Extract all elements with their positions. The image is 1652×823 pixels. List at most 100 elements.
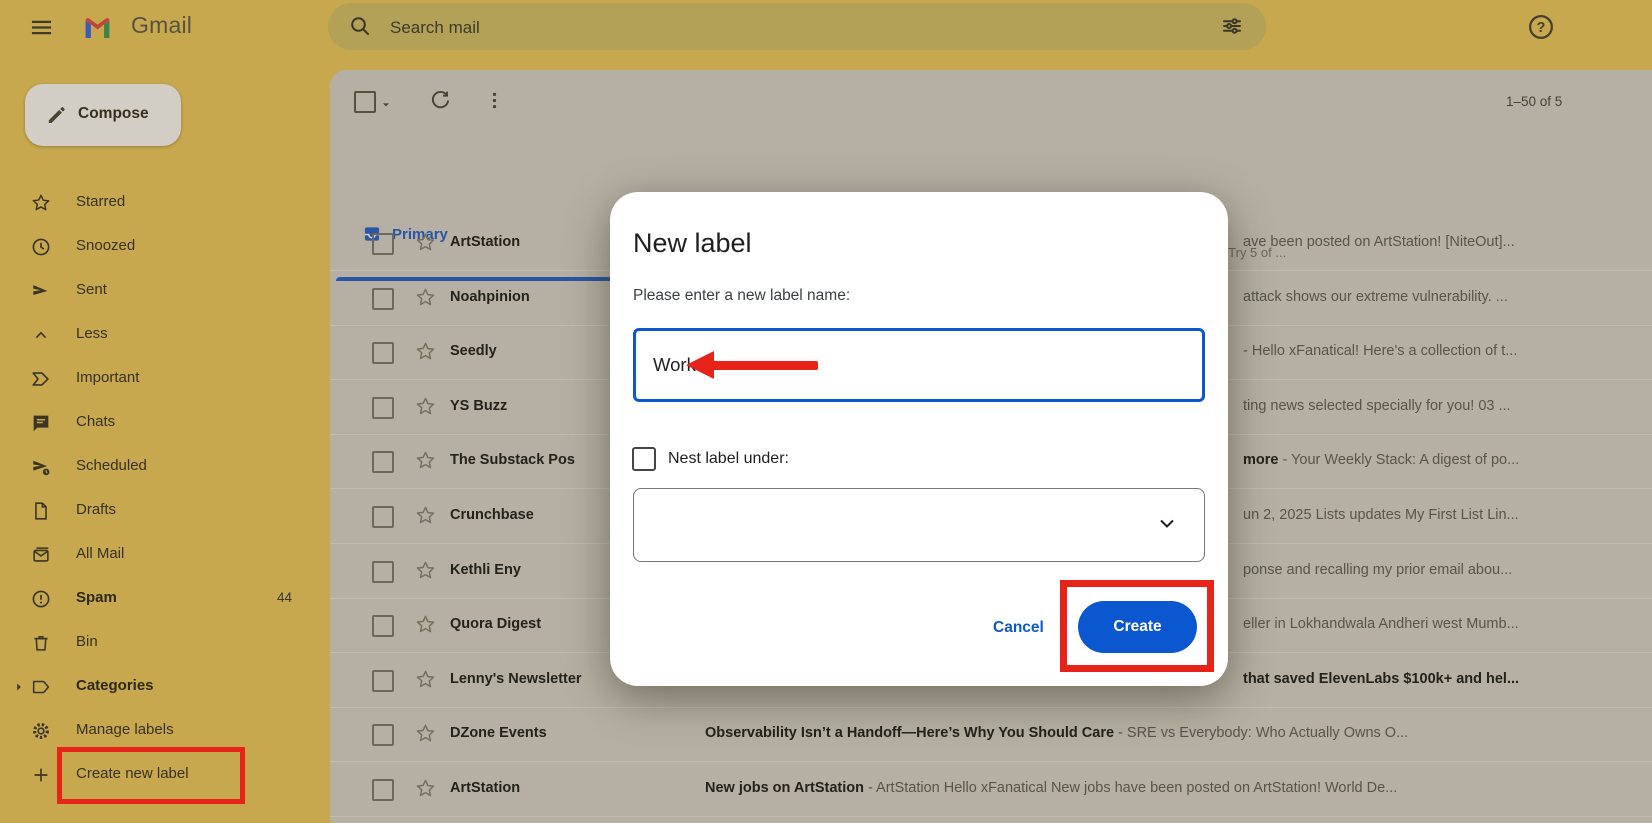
email-checkbox[interactable] — [372, 342, 394, 364]
email-sender: ArtStation — [450, 234, 520, 250]
email-checkbox[interactable] — [372, 233, 394, 255]
email-checkbox[interactable] — [372, 615, 394, 637]
plus-icon — [30, 764, 52, 786]
sidebar-item-less[interactable]: Less — [0, 314, 330, 356]
search-input[interactable] — [388, 3, 1172, 52]
sidebar-item-drafts[interactable]: Drafts — [0, 490, 330, 532]
all-mail-icon — [30, 544, 52, 566]
nest-label-text: Nest label under: — [668, 450, 789, 468]
compose-button[interactable]: Compose — [25, 84, 181, 146]
email-snippet: - Hello xFanatical! Here's a collection … — [1243, 343, 1517, 359]
sidebar-item-spam[interactable]: Spam 44 — [0, 578, 330, 620]
star-icon[interactable] — [414, 777, 437, 800]
refresh-icon[interactable] — [429, 89, 452, 112]
parent-label-dropdown[interactable] — [633, 488, 1205, 562]
email-sender: Noahpinion — [450, 289, 530, 305]
spam-count: 44 — [277, 590, 292, 605]
spam-icon — [30, 588, 52, 610]
sidebar-item-manage-labels[interactable]: Manage labels — [0, 710, 330, 752]
gmail-wordmark: Gmail — [131, 12, 192, 39]
gmail-app: Gmail ? Compose Starred Snoozed — [0, 0, 1652, 823]
select-all-checkbox[interactable] — [354, 91, 376, 113]
email-sender: Kethli Eny — [450, 562, 521, 578]
sidebar-item-bin[interactable]: Bin — [0, 622, 330, 664]
select-dropdown-caret-icon[interactable] — [378, 97, 394, 109]
email-checkbox[interactable] — [372, 670, 394, 692]
scheduled-send-icon — [30, 456, 52, 478]
email-row[interactable]: DZone Events Observability Isn’t a Hando… — [330, 707, 1652, 762]
star-icon[interactable] — [414, 668, 437, 691]
cancel-button[interactable]: Cancel — [993, 619, 1044, 637]
star-icon[interactable] — [414, 613, 437, 636]
star-icon[interactable] — [414, 340, 437, 363]
email-snippet: ponse and recalling my prior email abou.… — [1243, 562, 1512, 578]
hamburger-menu-icon[interactable] — [28, 14, 55, 41]
email-sender: Quora Digest — [450, 616, 541, 632]
email-sender: Lenny's Newsletter — [450, 671, 582, 687]
email-checkbox[interactable] — [372, 506, 394, 528]
gmail-logo-icon — [80, 10, 115, 45]
label-name-input[interactable] — [633, 328, 1205, 402]
gear-icon — [30, 720, 52, 742]
chevron-up-icon — [30, 324, 52, 346]
new-label-dialog: New label Please enter a new label name:… — [610, 192, 1228, 686]
create-button[interactable]: Create — [1078, 601, 1197, 653]
sidebar-item-create-new-label[interactable]: Create new label — [0, 754, 330, 796]
sidebar-item-all-mail[interactable]: All Mail — [0, 534, 330, 576]
sidebar-item-chats[interactable]: Chats — [0, 402, 330, 444]
sidebar-item-snoozed[interactable]: Snoozed — [0, 226, 330, 268]
star-icon[interactable] — [414, 395, 437, 418]
email-sender: DZone Events — [450, 725, 547, 741]
star-icon[interactable] — [414, 449, 437, 472]
help-icon[interactable]: ? — [1527, 13, 1555, 41]
email-checkbox[interactable] — [372, 724, 394, 746]
email-checkbox[interactable] — [372, 288, 394, 310]
clock-icon — [30, 236, 52, 258]
tab-primary[interactable]: Primary — [330, 136, 620, 215]
email-row[interactable]: ArtStation New jobs on ArtStation - ArtS… — [330, 762, 1652, 817]
search-icon[interactable] — [348, 14, 372, 38]
star-icon — [30, 192, 52, 214]
nest-label-checkbox[interactable] — [632, 447, 656, 471]
chat-icon — [30, 412, 52, 434]
email-sender: Crunchbase — [450, 507, 534, 523]
email-checkbox[interactable] — [372, 779, 394, 801]
search-filter-tune-icon[interactable] — [1220, 14, 1244, 38]
star-icon[interactable] — [414, 504, 437, 527]
star-icon[interactable] — [414, 722, 437, 745]
bin-icon — [30, 632, 52, 654]
sidebar-item-sent[interactable]: Sent — [0, 270, 330, 312]
star-icon[interactable] — [414, 231, 437, 254]
email-checkbox[interactable] — [372, 451, 394, 473]
svg-text:?: ? — [1537, 20, 1546, 36]
email-snippet: eller in Lokhandwala Andheri west Mumb..… — [1243, 616, 1519, 632]
email-subject: Observability Isn’t a Handoff—Here’s Why… — [705, 725, 1408, 741]
star-icon[interactable] — [414, 559, 437, 582]
search-bar[interactable] — [328, 3, 1266, 50]
email-subject: New jobs on ArtStation - ArtStation Hell… — [705, 780, 1397, 796]
expand-arrow-icon[interactable] — [12, 680, 26, 694]
email-snippet: ave been posted on ArtStation! [NiteOut]… — [1243, 234, 1515, 250]
star-icon[interactable] — [414, 286, 437, 309]
email-checkbox[interactable] — [372, 561, 394, 583]
categories-tag-icon — [30, 676, 52, 698]
sidebar-item-categories[interactable]: Categories — [0, 666, 330, 708]
sidebar-item-starred[interactable]: Starred — [0, 182, 330, 224]
email-sender: YS Buzz — [450, 398, 507, 414]
draft-icon — [30, 500, 52, 522]
important-marker-icon — [30, 368, 52, 390]
email-snippet: more - Your Weekly Stack: A digest of po… — [1243, 452, 1519, 468]
email-sender: Seedly — [450, 343, 497, 359]
sidebar-item-scheduled[interactable]: Scheduled — [0, 446, 330, 488]
send-icon — [30, 280, 52, 302]
email-snippet: that saved ElevenLabs $100k+ and hel... — [1243, 671, 1519, 687]
sidebar-item-important[interactable]: Important — [0, 358, 330, 400]
dialog-prompt: Please enter a new label name: — [633, 287, 850, 305]
email-checkbox[interactable] — [372, 397, 394, 419]
pencil-icon — [45, 103, 69, 127]
compose-label: Compose — [78, 105, 149, 123]
email-sender: The Substack Pos — [450, 452, 575, 468]
email-sender: ArtStation — [450, 780, 520, 796]
more-options-icon[interactable] — [483, 89, 506, 112]
email-snippet: ting news selected specially for you! 03… — [1243, 398, 1511, 414]
